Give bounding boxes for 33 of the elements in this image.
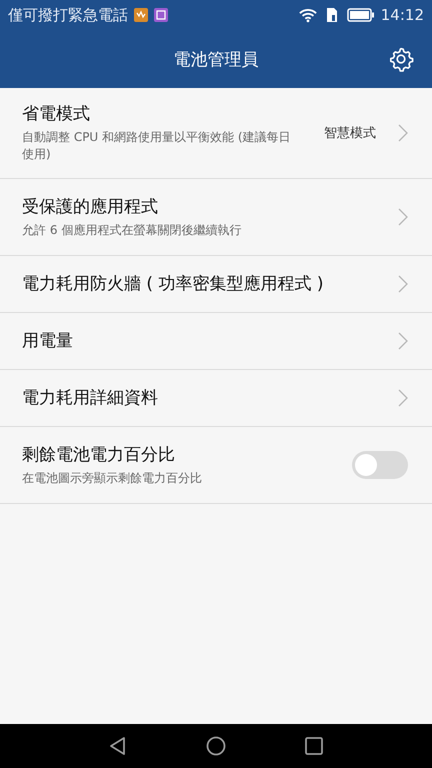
item-description: 自動調整 CPU 和網路使用量以平衡效能 (建議每日使用) (22, 129, 292, 164)
settings-item[interactable]: 電力耗用詳細資料 (0, 370, 432, 427)
home-icon[interactable] (206, 736, 226, 756)
item-description: 在電池圖示旁顯示剩餘電力百分比 (22, 470, 203, 487)
settings-item[interactable]: 受保護的應用程式 允許 6 個應用程式在螢幕關閉後繼續執行 (0, 178, 432, 256)
item-value: 智慧模式 (324, 124, 376, 142)
chevron-right-icon (398, 388, 408, 407)
item-title: 剩餘電池電力百分比 (22, 444, 176, 466)
item-title: 電力耗用防火牆 ( 功率密集型應用程式 ) (22, 273, 324, 296)
settings-item[interactable]: 省電模式 自動調整 CPU 和網路使用量以平衡效能 (建議每日使用) 智慧模式 (0, 88, 432, 179)
item-title: 省電模式 (22, 103, 91, 125)
item-title: 電力耗用詳細資料 (22, 387, 159, 410)
item-title: 用電量 (22, 330, 74, 352)
notification-icon (154, 8, 168, 22)
recents-icon[interactable] (304, 736, 324, 756)
clock: 14:12 (380, 6, 424, 24)
settings-item[interactable]: 電力耗用防火牆 ( 功率密集型應用程式 ) (0, 256, 432, 313)
wifi-icon (298, 7, 317, 23)
back-icon[interactable] (108, 736, 128, 756)
battery-icon (346, 8, 375, 22)
chevron-right-icon (398, 124, 408, 142)
settings-item[interactable]: 用電量 (0, 312, 432, 370)
notification-icon (134, 8, 148, 22)
screen-title: 電池管理員 (174, 48, 258, 70)
chevron-right-icon (398, 274, 408, 293)
chevron-right-icon (398, 208, 408, 226)
settings-icon[interactable] (388, 46, 414, 72)
chevron-right-icon (398, 332, 408, 350)
item-description: 允許 6 個應用程式在螢幕關閉後繼續執行 (22, 222, 242, 239)
settings-item[interactable]: 剩餘電池電力百分比 在電池圖示旁顯示剩餘電力百分比 (0, 426, 432, 504)
status-text: 僅可撥打緊急電話 (8, 6, 128, 24)
toggle-switch[interactable] (352, 450, 408, 479)
item-title: 受保護的應用程式 (22, 196, 159, 218)
